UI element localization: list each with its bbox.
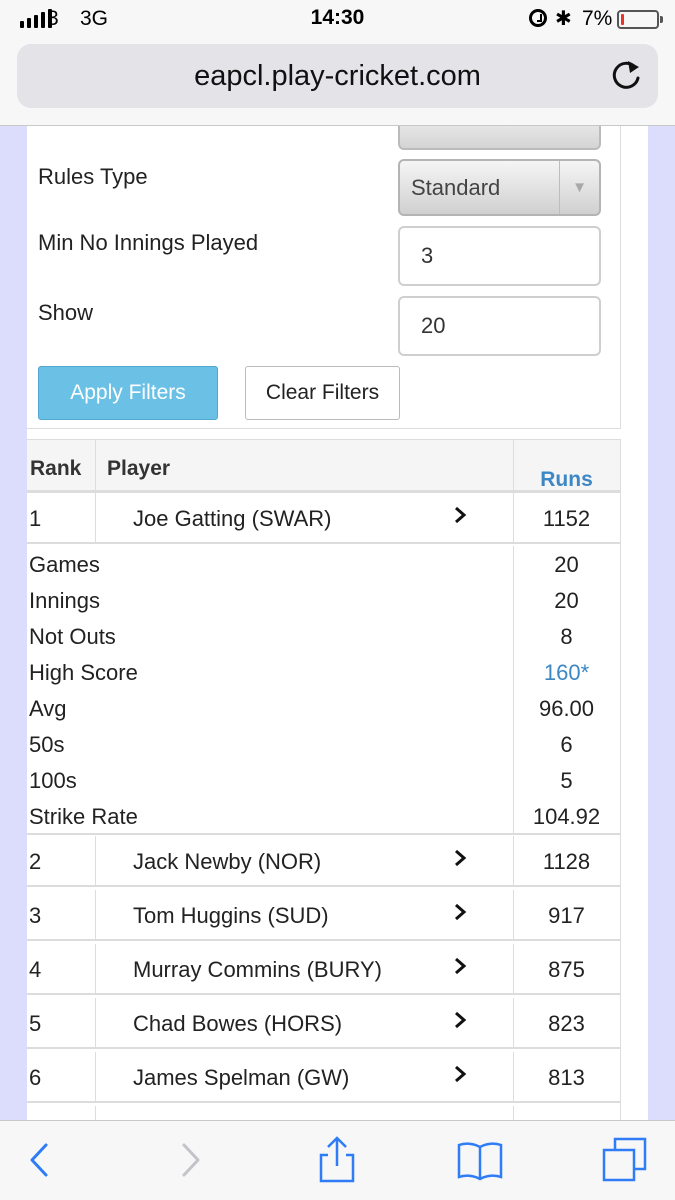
row-player: Joe Gatting (SWAR)	[133, 506, 332, 531]
detail-row: 100s 5	[27, 762, 620, 798]
chevron-right-icon[interactable]	[452, 956, 468, 976]
detail-row: High Score 160*	[27, 654, 620, 690]
table-row[interactable]: 6 James Spelman (GW) 813	[27, 1052, 620, 1103]
detail-label: Games	[29, 552, 100, 577]
network-type: 3G	[80, 7, 109, 30]
address-bar[interactable]: eapcl.play-cricket.com	[17, 44, 658, 108]
page-content: Rules Type Standard ▼ Min No Innings Pla…	[27, 126, 648, 1120]
chevron-right-icon[interactable]	[452, 505, 468, 525]
status-bar: 3 3G 14:30 ✱ 7%	[0, 0, 675, 38]
row-rank: 1	[29, 506, 42, 531]
high-score-link[interactable]: 160*	[513, 660, 620, 686]
detail-row: Not Outs 8	[27, 618, 620, 654]
table-row[interactable]: 2 Jack Newby (NOR) 1128	[27, 836, 620, 887]
row-runs: 1128	[542, 849, 591, 874]
detail-value: 20	[554, 588, 579, 613]
detail-row: Innings 20	[27, 582, 620, 618]
tabs-icon[interactable]	[600, 1135, 650, 1185]
detail-row: Avg 96.00	[27, 690, 620, 726]
chevron-down-icon: ▼	[559, 161, 599, 214]
row-rank: 6	[29, 1065, 42, 1090]
row-player: Jack Newby (NOR)	[133, 849, 322, 874]
row-player: Chad Bowes (HORS)	[133, 1011, 343, 1036]
clear-filters-button[interactable]: Clear Filters	[245, 366, 400, 420]
rules-type-label: Rules Type	[38, 164, 148, 189]
row-rank: 3	[29, 903, 42, 928]
row-rank: 4	[29, 957, 42, 982]
chevron-right-icon[interactable]	[452, 1010, 468, 1030]
detail-label: Avg	[29, 696, 67, 721]
player-header: Player	[107, 457, 171, 480]
apply-filters-button[interactable]: Apply Filters	[38, 366, 218, 420]
bookmarks-icon[interactable]	[455, 1135, 505, 1185]
table-row[interactable]: 4 Murray Commins (BURY) 875	[27, 944, 620, 995]
forward-icon[interactable]	[166, 1135, 216, 1185]
rules-type-select[interactable]: Standard ▼	[398, 159, 601, 216]
page-margin-left	[0, 126, 27, 1120]
runs-header[interactable]: Runs	[513, 468, 620, 492]
browser-address-area: eapcl.play-cricket.com	[0, 38, 675, 126]
detail-label: Strike Rate	[29, 804, 138, 829]
page-margin-right	[648, 126, 675, 1120]
rank-header: Rank	[30, 457, 82, 480]
chevron-right-icon[interactable]	[452, 902, 468, 922]
detail-value: 6	[560, 732, 573, 757]
row-runs: 1152	[542, 506, 591, 531]
reload-icon[interactable]	[608, 58, 644, 94]
min-innings-label: Min No Innings Played	[38, 230, 259, 255]
detail-label: 100s	[29, 768, 77, 793]
player-details: Games 20 Innings 20 Not Outs 8 High Score 16…	[27, 546, 620, 835]
chevron-right-icon[interactable]	[452, 1064, 468, 1084]
detail-label: 50s	[29, 732, 65, 757]
row-rank: 2	[29, 849, 42, 874]
back-icon[interactable]	[14, 1135, 64, 1185]
detail-row: Games 20	[27, 546, 620, 582]
row-player: James Spelman (GW)	[133, 1065, 350, 1090]
row-player: Tom Huggins (SUD)	[133, 903, 329, 928]
detail-label: High Score	[29, 660, 138, 685]
filters-panel: Rules Type Standard ▼ Min No Innings Pla…	[27, 126, 621, 429]
bluetooth-icon: ✱	[555, 8, 572, 30]
min-innings-input[interactable]	[398, 226, 601, 286]
partial-select[interactable]	[398, 126, 601, 150]
batting-table: Rank Player Runs 1 Joe Gatting (SWAR) 11…	[27, 439, 621, 1120]
detail-row: Strike Rate 104.92	[27, 798, 620, 834]
rules-type-value: Standard	[411, 175, 501, 200]
battery-icon	[617, 10, 663, 29]
show-input[interactable]	[398, 296, 601, 356]
show-label: Show	[38, 300, 94, 325]
url-text: eapcl.play-cricket.com	[194, 60, 481, 92]
share-icon[interactable]	[312, 1135, 362, 1185]
detail-value: 20	[554, 552, 579, 577]
table-header: Rank Player Runs	[27, 440, 620, 493]
table-row[interactable]: 3 Tom Huggins (SUD) 917	[27, 890, 620, 941]
alarm-icon	[529, 9, 547, 27]
detail-label: Innings	[29, 588, 100, 613]
detail-value: 5	[560, 768, 573, 793]
row-runs: 875	[548, 957, 585, 982]
table-row[interactable]: 1 Joe Gatting (SWAR) 1152	[27, 493, 620, 544]
detail-value: 104.92	[532, 804, 601, 829]
detail-value: 96.00	[538, 696, 595, 721]
row-player: Murray Commins (BURY)	[133, 957, 382, 982]
carrier-name: 3	[47, 7, 59, 30]
row-rank: 5	[29, 1011, 42, 1036]
browser-toolbar	[0, 1120, 675, 1200]
detail-value: 8	[560, 624, 573, 649]
table-row-partial[interactable]	[27, 1106, 620, 1120]
battery-percent: 7%	[582, 7, 613, 30]
detail-row: 50s 6	[27, 726, 620, 762]
table-row[interactable]: 5 Chad Bowes (HORS) 823	[27, 998, 620, 1049]
detail-label: Not Outs	[29, 624, 116, 649]
row-runs: 823	[548, 1011, 585, 1036]
row-runs: 917	[548, 903, 585, 928]
chevron-right-icon[interactable]	[452, 848, 468, 868]
row-runs: 813	[548, 1065, 585, 1090]
